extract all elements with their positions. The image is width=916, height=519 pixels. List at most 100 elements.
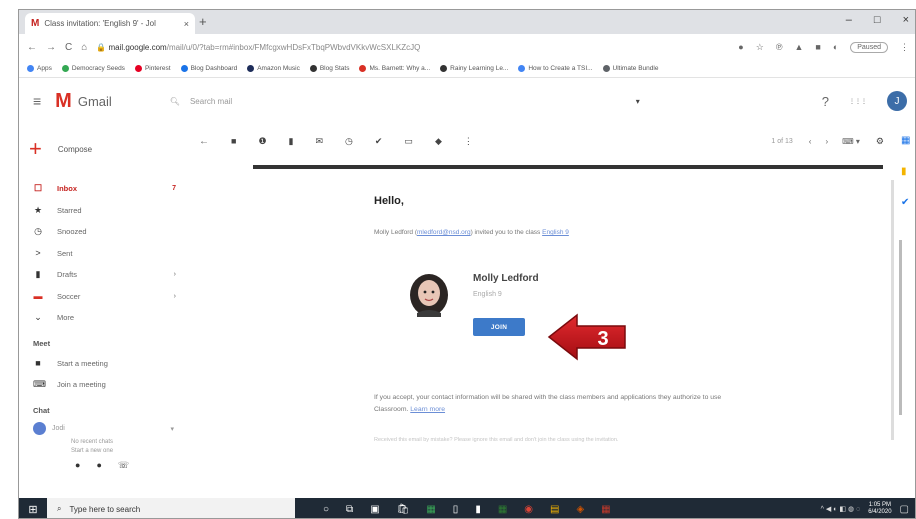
taskbar-app-icon[interactable]: ◉ [524, 504, 533, 515]
minimize-icon[interactable]: – [846, 14, 852, 26]
bookmark-item[interactable]: Pinterest [134, 64, 171, 72]
join-button[interactable]: JOIN [473, 318, 525, 336]
sidebar-item-drafts[interactable]: ▮ Drafts › [19, 264, 184, 286]
maximize-icon[interactable]: □ [874, 14, 881, 26]
start-button[interactable]: ⊞ [19, 498, 47, 518]
google-apps-icon[interactable]: ⋮⋮⋮ [849, 98, 867, 105]
taskbar-app-icon[interactable]: ▯ [453, 504, 459, 515]
chat-user-row[interactable]: Jodi ▾ [19, 420, 184, 438]
taskbar-app-icon[interactable]: ▦ [426, 504, 435, 515]
account-avatar[interactable]: J [887, 91, 907, 111]
phone-icon[interactable]: ☏ [118, 460, 129, 471]
move-to-icon[interactable]: ▭ [404, 136, 413, 147]
report-spam-icon[interactable]: ❶ [258, 136, 266, 147]
key-icon[interactable]: ● [738, 42, 743, 52]
prev-icon[interactable]: ‹ [809, 137, 812, 146]
taskbar-app-icon[interactable]: ▦ [601, 504, 610, 515]
pinterest-ext-icon[interactable]: ℗ [776, 42, 783, 52]
main-menu-icon[interactable]: ≡ [33, 93, 41, 109]
teacher-email-link[interactable]: mledford@nsd.org [417, 229, 471, 236]
taskbar-search-input[interactable]: Type here to search [69, 505, 140, 514]
compose-button[interactable]: + Compose [29, 136, 92, 162]
next-icon[interactable]: › [825, 137, 828, 146]
learn-more-link[interactable]: Learn more [410, 406, 445, 413]
taskbar-app-icon[interactable]: ▮ [475, 504, 481, 515]
close-window-icon[interactable]: × [903, 14, 909, 26]
bookmark-item[interactable]: Ms. Barnett: Why a... [359, 64, 430, 72]
bookmark-item[interactable]: Blog Stats [309, 64, 349, 72]
mark-unread-icon[interactable]: ✉ [315, 136, 323, 147]
sidebar-item-soccer[interactable]: ▬ Soccer › [19, 286, 184, 308]
star-bookmark-icon[interactable]: ☆ [756, 42, 764, 53]
bookmark-item[interactable]: How to Create a TSI... [518, 64, 593, 72]
calendar-icon[interactable]: ▦ [901, 135, 910, 146]
sidebar-item-snoozed[interactable]: ◷ Snoozed [19, 221, 184, 243]
taskbar-app-icon[interactable]: 🛍 [397, 504, 410, 515]
sidebar-item-more[interactable]: ⌄ More [19, 307, 184, 329]
clock[interactable]: 1:05 PM 6/4/2020 [868, 502, 891, 516]
class-name: English 9 [473, 291, 502, 298]
taskbar-app-icon[interactable]: ▦ [498, 504, 507, 515]
back-icon[interactable]: ← [27, 42, 37, 53]
keep-icon[interactable]: ▮ [901, 166, 910, 177]
extension-icon[interactable]: ■ [815, 42, 820, 52]
start-meeting-item[interactable]: ■ Start a meeting [19, 353, 184, 375]
search-icon[interactable]: 🔍︎ [170, 97, 180, 106]
paused-button[interactable]: Paused [850, 41, 888, 53]
input-tools-icon[interactable]: ⌨ ▾ [842, 137, 860, 146]
support-icon[interactable]: ? [822, 94, 829, 109]
search-options-icon[interactable]: ▾ [636, 97, 640, 106]
person-icon[interactable]: ● [75, 460, 80, 471]
notifications-icon[interactable]: ▢ [900, 504, 909, 515]
add-task-icon[interactable]: ✔ [375, 136, 383, 147]
join-meeting-item[interactable]: ⌨ Join a meeting [19, 374, 184, 396]
bookmark-item[interactable]: Ultimate Bundle [602, 64, 659, 73]
settings-icon[interactable]: ⚙ [876, 136, 884, 147]
forward-icon[interactable]: → [46, 42, 56, 53]
taskbar-app-icon[interactable]: ○ [323, 504, 329, 515]
tasks-icon[interactable]: ✔ [901, 197, 910, 208]
bookmark-item[interactable]: Amazon Music [247, 64, 300, 72]
close-tab-icon[interactable]: × [184, 19, 189, 29]
bookmark-label: Ultimate Bundle [612, 65, 659, 73]
search-bar[interactable]: 🔍︎ Search mail ▾ [170, 86, 640, 116]
new-tab-button[interactable]: + [199, 14, 207, 29]
taskbar-app-icon[interactable]: ⧉ [346, 504, 353, 515]
taskbar-app-icon[interactable]: ▤ [550, 504, 559, 515]
bookmark-item[interactable]: Democracy Seeds [61, 64, 125, 72]
bookmark-item[interactable]: Apps [27, 64, 52, 72]
header-actions: ? ⋮⋮⋮ J [822, 91, 907, 111]
home-icon[interactable]: ⌂ [81, 42, 87, 53]
tray-icons[interactable]: ^ ◀ ◐ ◧ ◍ ◌ [821, 505, 861, 513]
chat-note-line-2[interactable]: Start a new one [71, 447, 184, 456]
delete-icon[interactable]: ▮ [289, 136, 294, 147]
snooze-icon[interactable]: ◷ [345, 136, 353, 147]
url-field[interactable]: 🔒 mail.google.com/mail/u/0/?tab=rm#inbox… [96, 43, 476, 52]
taskbar-app-icon[interactable]: ▣ [370, 504, 379, 515]
bookmark-item[interactable]: Rainy Learning Le... [440, 64, 509, 73]
message-scrollbar[interactable] [899, 240, 902, 415]
back-to-inbox-icon[interactable]: ← [199, 136, 209, 147]
tab-gmail[interactable]: M Class invitation: 'English 9' - Jol × [25, 13, 195, 34]
profile-icon[interactable]: ◐ [833, 42, 838, 52]
bookmark-item[interactable]: Blog Dashboard [180, 64, 237, 72]
more-actions-icon[interactable]: ⋮ [464, 136, 473, 147]
label-icon[interactable]: ◆ [435, 136, 442, 147]
chevron-down-icon[interactable]: ▾ [170, 425, 174, 433]
archive-icon[interactable]: ■ [231, 136, 236, 146]
search-input[interactable]: Search mail [190, 97, 232, 106]
sidebar-item-sent[interactable]: > Sent [19, 243, 184, 265]
chat-bubble-icon[interactable]: ● [96, 460, 101, 471]
sidebar-item-inbox[interactable]: ☐ Inbox 7 [19, 178, 184, 200]
sidebar-item-starred[interactable]: ★ Starred [19, 200, 184, 222]
taskbar-app-icon[interactable]: ◈ [576, 504, 584, 515]
class-link[interactable]: English 9 [542, 229, 569, 236]
compose-plus-icon: + [29, 136, 42, 161]
panel-scroll-track [891, 180, 894, 440]
browser-menu-icon[interactable]: ⋮ [900, 42, 909, 53]
bookmark-label: Rainy Learning Le... [450, 65, 509, 73]
reload-icon[interactable]: C [65, 42, 72, 53]
drive-ext-icon[interactable]: ▲ [794, 42, 803, 52]
gmail-logo[interactable]: M Gmail [55, 90, 112, 113]
taskbar-search[interactable]: ⌕ Type here to search [47, 498, 295, 518]
